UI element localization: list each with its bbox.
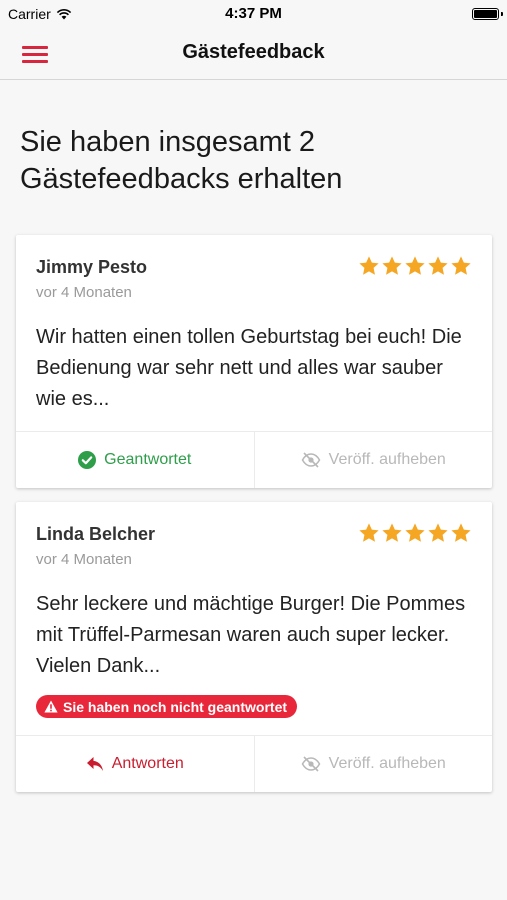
star-icon <box>451 256 471 275</box>
unpublish-label: Veröff. aufheben <box>328 755 446 772</box>
reviewer-name: Linda Belcher <box>36 524 156 544</box>
star-rating <box>358 255 472 277</box>
star-icon <box>359 523 379 542</box>
status-time: 4:37 PM <box>225 5 282 22</box>
review-card[interactable]: Linda Belcher vor 4 Monaten Sehr leckere… <box>16 502 492 792</box>
star-icon <box>405 256 425 275</box>
star-rating <box>358 522 472 544</box>
review-date: vor 4 Monaten <box>36 284 132 301</box>
not-answered-label: Sie haben noch nicht geantwortet <box>63 698 288 715</box>
status-bar: Carrier 4:37 PM <box>0 0 507 28</box>
answered-label: Geantwortet <box>104 451 192 468</box>
eye-slash-icon <box>301 756 321 772</box>
check-circle-icon <box>78 451 97 469</box>
star-icon <box>405 523 425 542</box>
reply-button[interactable]: Antworten <box>16 736 254 792</box>
star-icon <box>451 523 471 542</box>
star-icon <box>382 523 402 542</box>
star-icon <box>359 256 379 275</box>
not-answered-badge: Sie haben noch nicht geantwortet <box>36 695 298 718</box>
star-icon <box>382 256 402 275</box>
page-title: Gästefeedback <box>182 41 325 63</box>
warning-triangle-icon <box>44 700 58 713</box>
reply-arrow-icon <box>86 757 103 771</box>
review-text: Wir hatten einen tollen Geburtstag bei e… <box>36 326 462 410</box>
card-actions: Antworten Veröff. aufheben <box>16 735 492 792</box>
review-card[interactable]: Jimmy Pesto vor 4 Monaten Wir hatten ein… <box>16 235 492 488</box>
review-date: vor 4 Monaten <box>36 551 132 568</box>
feedback-summary: Sie haben insgesamt 2 Gästefeedbacks erh… <box>20 124 460 198</box>
eye-slash-icon <box>301 452 321 468</box>
reply-label: Antworten <box>111 755 184 772</box>
star-icon <box>428 523 448 542</box>
navigation-bar: Gästefeedback <box>0 28 507 80</box>
unpublish-button[interactable]: Veröff. aufheben <box>253 432 493 488</box>
review-text: Sehr leckere und mächtige Burger! Die Po… <box>36 593 466 677</box>
unpublish-button[interactable]: Veröff. aufheben <box>253 736 493 792</box>
battery-icon <box>472 8 503 20</box>
star-icon <box>428 256 448 275</box>
card-actions: Geantwortet Veröff. aufheben <box>16 431 492 488</box>
reviewer-name: Jimmy Pesto <box>36 257 148 277</box>
unpublish-label: Veröff. aufheben <box>328 451 446 468</box>
summary-line-1: Sie haben insgesamt 2 <box>20 126 316 158</box>
summary-line-2: Gästefeedbacks erhalten <box>20 163 343 195</box>
answered-status-button[interactable]: Geantwortet <box>16 432 254 488</box>
